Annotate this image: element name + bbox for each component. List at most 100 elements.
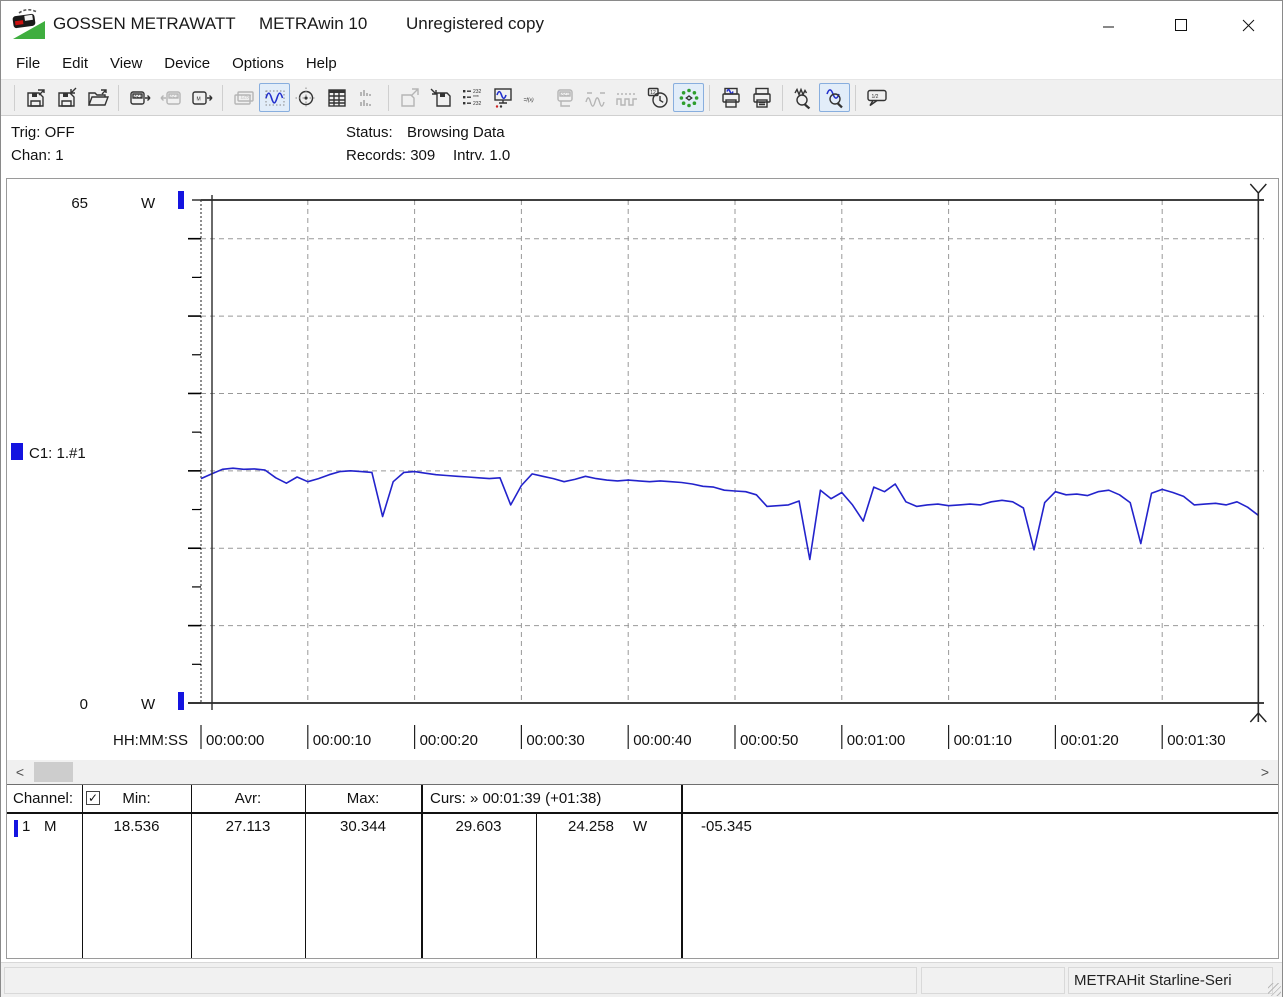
print-button[interactable]: [746, 83, 777, 112]
zoom-mode-button[interactable]: [819, 83, 850, 112]
minimize-icon: [1103, 26, 1114, 28]
toolbar-separator: [118, 84, 119, 111]
header-min: Min:: [122, 790, 151, 807]
menu-item-help[interactable]: Help: [295, 49, 348, 79]
chart-view-button[interactable]: [259, 83, 290, 112]
y-max-channel-marker: [178, 191, 184, 209]
x-axis-tick-label: 00:00:10: [313, 732, 371, 749]
store-to-file-icon: [430, 88, 451, 107]
menu-item-edit[interactable]: Edit: [51, 49, 99, 79]
status-value: Browsing Data: [407, 124, 505, 141]
column-divider: [191, 785, 192, 958]
device-settings-icon: 321: [556, 88, 573, 107]
status-label: Status:: [346, 124, 393, 141]
time-settings-button[interactable]: 12: [642, 83, 673, 112]
save-as-button[interactable]: [51, 83, 82, 112]
chart-area: 00:00:00 00:00:10 00:00:20 00:00:30 00:00:40…: [7, 179, 1278, 760]
y-min-label: 0: [80, 696, 88, 713]
maximize-button[interactable]: [1158, 1, 1204, 49]
x-axis-tick-label: 00:01:30: [1167, 732, 1225, 749]
titlebar: GOSSEN METRAWATT METRAwin 10 Unregistere…: [1, 1, 1282, 49]
header-divider: [7, 812, 1278, 814]
row-cursor1-value: 29.603: [455, 818, 502, 835]
svg-text:321: 321: [561, 91, 570, 97]
svg-text:1/2: 1/2: [871, 94, 878, 100]
read-device-memory-icon: 321: [129, 90, 150, 105]
x-axis-tick-label: 00:01:00: [847, 732, 905, 749]
menu-item-view[interactable]: View: [99, 49, 153, 79]
print-chart-button[interactable]: [715, 83, 746, 112]
x-axis-tick-label: 00:00:00: [206, 732, 264, 749]
open-file-button[interactable]: [82, 83, 113, 112]
cursor-right-top-handle[interactable]: [1249, 183, 1267, 194]
minimize-button[interactable]: [1086, 1, 1132, 49]
open-file-icon: [87, 88, 109, 106]
zoom-search-button[interactable]: [788, 83, 819, 112]
xy-view-button[interactable]: [290, 83, 321, 112]
value-tooltip-button[interactable]: 1/2: [861, 83, 892, 112]
title-app-name: GOSSEN METRAWATT: [53, 14, 236, 33]
statusbar-section-2: [921, 967, 1065, 994]
title-license-status: Unregistered copy: [406, 14, 544, 33]
export-data-button: [394, 83, 425, 112]
row-channel-mode: M: [44, 818, 57, 835]
toolbar-separator: [14, 84, 15, 111]
channel-status: Chan: 1: [11, 147, 64, 164]
close-button[interactable]: [1225, 1, 1271, 49]
read-device-m-icon: M: [191, 90, 212, 105]
store-to-file-button[interactable]: [425, 83, 456, 112]
header-cursor: Curs: » 00:01:39 (+01:38): [430, 790, 602, 807]
svg-text:=f(x): =f(x): [523, 97, 533, 103]
online-display-button[interactable]: [487, 83, 518, 112]
row-avr-value: 27.113: [225, 818, 271, 835]
x-axis-label: HH:MM:SS: [113, 732, 188, 749]
write-device-button: 321: [155, 83, 186, 112]
save-file-icon: [26, 88, 45, 107]
interval-value: Intrv. 1.0: [453, 147, 511, 164]
write-device-icon: 321: [160, 90, 181, 105]
close-icon: [1242, 19, 1254, 31]
row-delta-value: -05.345: [701, 818, 752, 835]
scrollbar-thumb[interactable]: [34, 762, 73, 782]
formula-icon: =f(x): [523, 97, 533, 103]
toolbar-separator: [782, 84, 783, 111]
column-divider: [681, 785, 683, 958]
xy-view-icon: [295, 87, 316, 108]
menu-item-file[interactable]: File: [5, 49, 51, 79]
table-view-icon: [327, 88, 346, 107]
resize-grip[interactable]: [1268, 983, 1281, 996]
horizontal-scrollbar[interactable]: < >: [7, 760, 1278, 784]
statusbar: METRAHit Starline-Seri: [1, 962, 1282, 997]
live-record-button[interactable]: [673, 83, 704, 112]
row-unit: W: [633, 818, 648, 835]
analog-output-button: [580, 83, 611, 112]
device-settings-button: 321: [549, 83, 580, 112]
data-series-line: [200, 467, 1259, 561]
menu-item-device[interactable]: Device: [153, 49, 221, 79]
multimeter-display-button: 1257: [228, 83, 259, 112]
y-max-unit: W: [141, 195, 156, 212]
svg-text:321: 321: [169, 93, 178, 99]
y-max-label: 65: [71, 195, 88, 212]
app-window: GOSSEN METRAWATT METRAwin 10 Unregistere…: [0, 0, 1283, 997]
export-data-icon: [400, 87, 419, 107]
chart-view-icon: [264, 90, 284, 105]
pulse-output-icon: [615, 92, 637, 106]
records-count: Records: 309: [346, 147, 436, 164]
table-view-button[interactable]: [321, 83, 352, 112]
menu-item-options[interactable]: Options: [221, 49, 295, 79]
channel-color-marker: [14, 820, 18, 837]
header-channel: Channel:: [13, 790, 74, 807]
toolbar-separator: [388, 84, 389, 111]
channel-config-button[interactable]: 232 *** 232: [456, 83, 487, 112]
read-device-m-button[interactable]: M: [186, 83, 217, 112]
scroll-right-arrow[interactable]: >: [1255, 762, 1275, 782]
header-max: Max:: [346, 790, 380, 807]
save-file-button[interactable]: [20, 83, 51, 112]
read-device-memory-button[interactable]: 321: [124, 83, 155, 112]
analog-output-icon: [584, 91, 605, 107]
x-axis-tick-label: 00:00:40: [633, 732, 691, 749]
main-panel: 00:00:00 00:00:10 00:00:20 00:00:30 00:00:40…: [6, 178, 1279, 959]
formula-button[interactable]: =f(x): [518, 83, 549, 112]
scroll-left-arrow[interactable]: <: [10, 762, 30, 782]
